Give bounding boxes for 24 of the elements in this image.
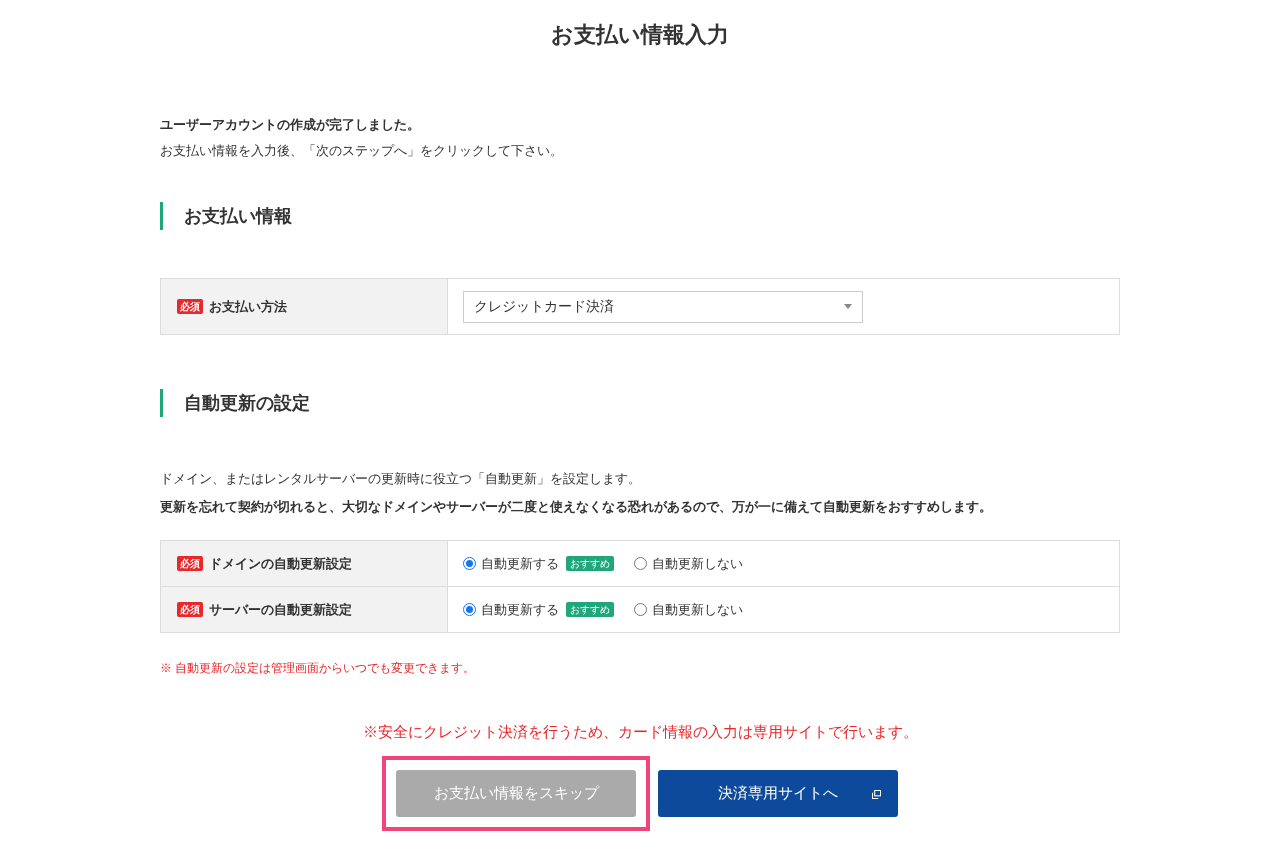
option-label: 自動更新しない xyxy=(652,554,743,573)
security-notice: ※安全にクレジット決済を行うため、カード情報の入力は専用サイトで行います。 xyxy=(362,722,918,742)
required-badge: 必須 xyxy=(177,299,203,314)
required-badge: 必須 xyxy=(177,602,203,617)
payment-site-button[interactable]: 決済専用サイトへ xyxy=(658,769,898,817)
field-label: ドメインの自動更新設定 xyxy=(209,554,352,573)
description-text: ドメイン、またはレンタルサーバーの更新時に役立つ「自動更新」を設定します。 xyxy=(160,470,641,488)
recommended-badge: おすすめ xyxy=(566,556,614,571)
intro-text: お支払い情報を入力後、「次のステップへ」をクリックして下さい。 xyxy=(160,141,563,160)
option-label: 自動更新する xyxy=(481,554,559,573)
section-heading: 自動更新の設定 xyxy=(160,389,310,417)
caret-icon xyxy=(844,304,852,309)
option-label: 自動更新する xyxy=(481,600,559,619)
option-label: 自動更新しない xyxy=(652,600,743,619)
recommended-badge: おすすめ xyxy=(566,602,614,617)
intro-lead: ユーザーアカウントの作成が完了しました。 xyxy=(160,116,420,134)
field-label: お支払い方法 xyxy=(209,297,287,316)
page-title: お支払い情報入力 xyxy=(551,21,729,49)
section-heading: お支払い情報 xyxy=(160,202,292,230)
required-badge: 必須 xyxy=(177,556,203,571)
warning-text: 更新を忘れて契約が切れると、大切なドメインやサーバーが二度と使えなくなる恐れがあるので、万が一に備えて自動更新をおすすめします。 xyxy=(160,497,992,516)
field-label: サーバーの自動更新設定 xyxy=(209,600,352,619)
payment-method-select[interactable]: クレジットカード決済 xyxy=(463,290,863,323)
note-text: ※ 自動更新の設定は管理画面からいつでも変更できます。 xyxy=(160,660,476,677)
